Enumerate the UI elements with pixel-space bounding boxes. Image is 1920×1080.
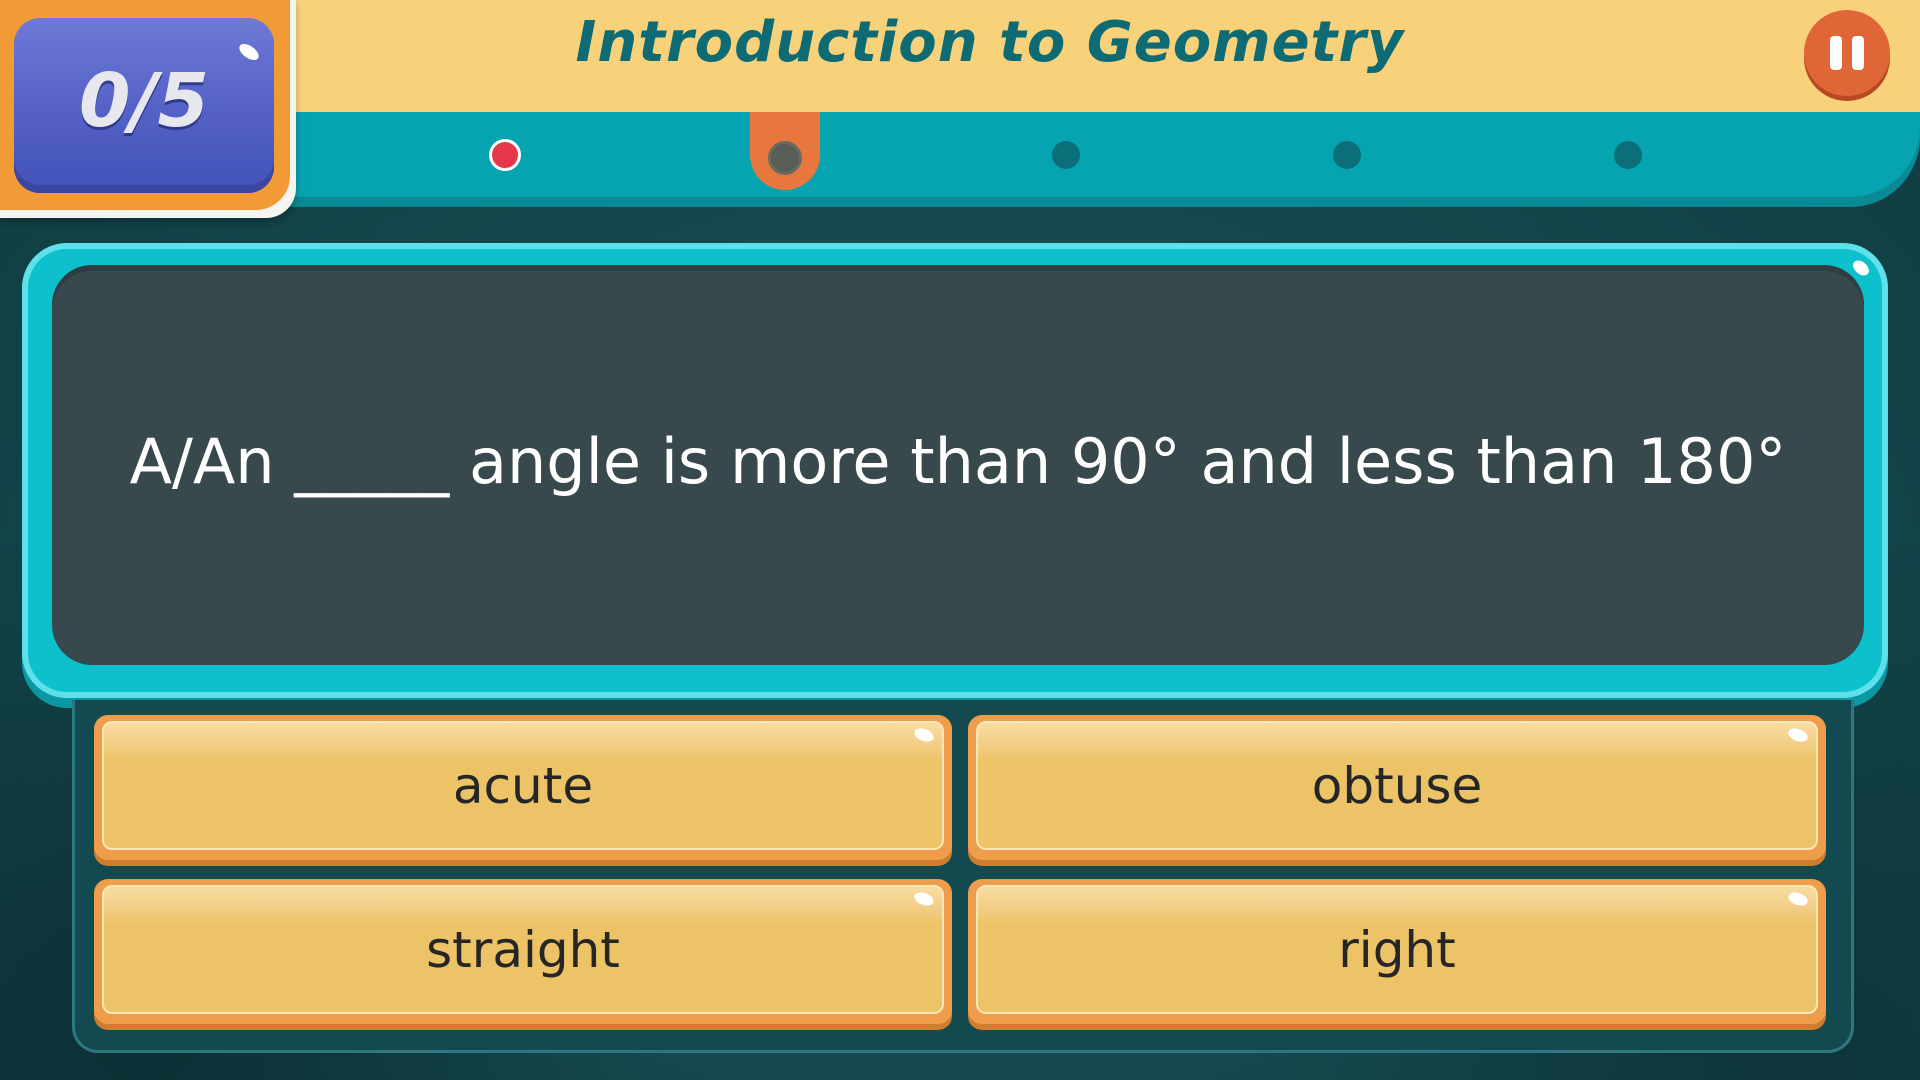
pause-button[interactable] bbox=[1804, 10, 1890, 96]
answer-button-1[interactable]: acute bbox=[94, 715, 952, 860]
answer-button-3[interactable]: straight bbox=[94, 879, 952, 1024]
answer-label: acute bbox=[452, 757, 594, 815]
progress-dot-1 bbox=[489, 139, 521, 171]
progress-dot-3 bbox=[1052, 141, 1080, 169]
answer-button-4[interactable]: right bbox=[968, 879, 1826, 1024]
question-text: A/An _____ angle is more than 90° and le… bbox=[129, 425, 1787, 498]
answer-label: right bbox=[1338, 921, 1456, 979]
progress-dot-2 bbox=[768, 141, 802, 175]
pause-icon-bar-right bbox=[1852, 36, 1864, 70]
pause-icon-bar-left bbox=[1830, 36, 1842, 70]
answer-label: straight bbox=[426, 921, 620, 979]
answer-label: obtuse bbox=[1311, 757, 1483, 815]
progress-dot-5 bbox=[1614, 141, 1642, 169]
answer-button-2[interactable]: obtuse bbox=[968, 715, 1826, 860]
score-counter: 0/5 bbox=[78, 58, 209, 144]
progress-dot-4 bbox=[1333, 141, 1361, 169]
